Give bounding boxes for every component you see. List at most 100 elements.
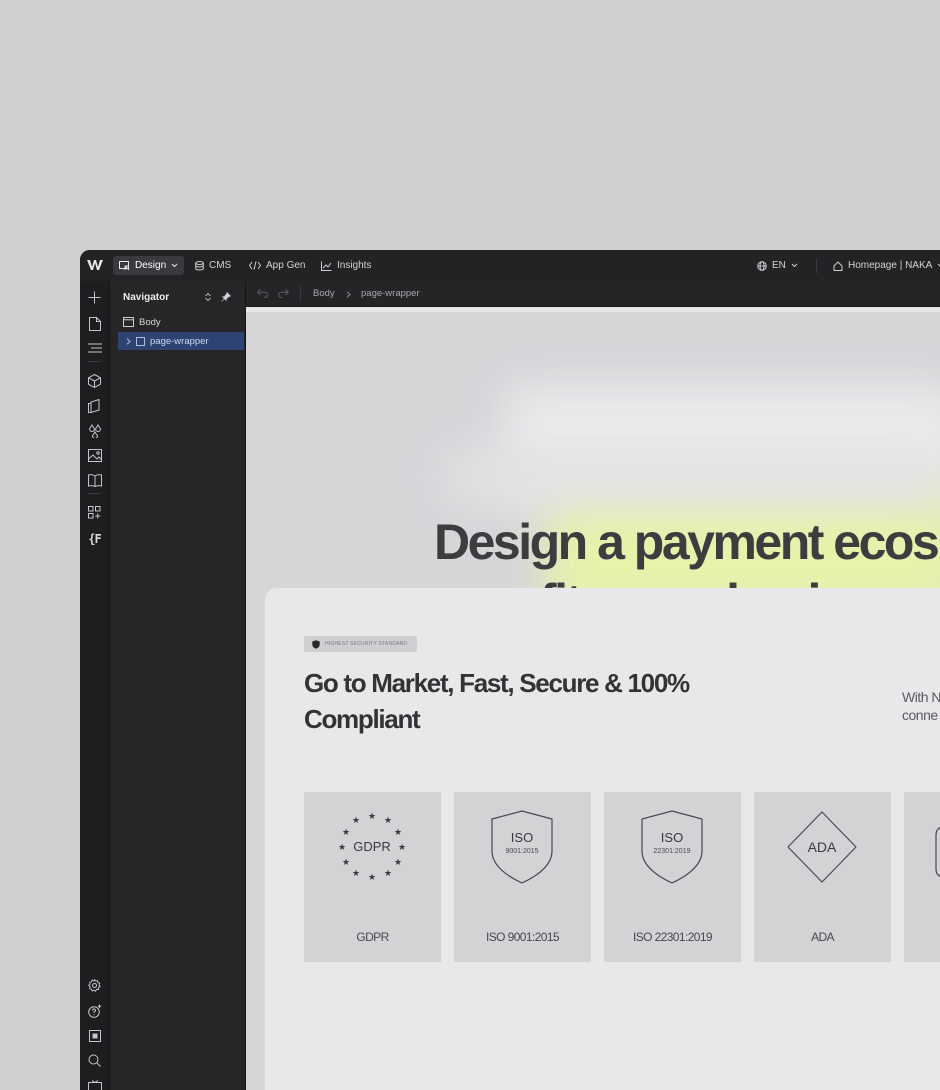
div-block-icon xyxy=(136,336,145,346)
security-badge-label: HIGHEST SECURITY STANDARD xyxy=(325,641,408,647)
shield-icon xyxy=(312,639,320,649)
svg-text:ADA: ADA xyxy=(808,839,837,855)
cert-card-partial[interactable] xyxy=(904,792,940,962)
svg-text:ISO: ISO xyxy=(511,830,533,845)
home-icon xyxy=(833,260,843,271)
cert-card-gdpr[interactable]: ★ ★ ★ ★ ★ ★ ★ ★ ★ ★ ★ ★ GDPR GDPR xyxy=(304,792,441,962)
intro-text: With N conne xyxy=(902,688,940,724)
chevron-down-icon xyxy=(791,263,798,268)
tab-app-gen[interactable]: App Gen xyxy=(243,256,311,275)
breadcrumb-divider xyxy=(300,286,301,301)
drops-icon xyxy=(88,423,101,438)
tab-app-gen-label: App Gen xyxy=(266,260,306,271)
gdpr-stars-icon: ★ ★★ ★★★ ★★★ ★★★ GDPR xyxy=(338,812,406,883)
canvas-top-edge xyxy=(246,307,940,312)
cert-label-ada: ADA xyxy=(811,930,834,944)
chevron-right-icon xyxy=(346,291,351,298)
cert-card-iso-9001[interactable]: ISO 9001:2015 ISO 9001:2015 xyxy=(454,792,591,962)
library-panel-button[interactable] xyxy=(87,473,102,488)
undo-icon[interactable] xyxy=(257,289,268,298)
left-toolbar: {F xyxy=(80,281,110,1090)
stop-button[interactable] xyxy=(87,1028,102,1043)
design-icon xyxy=(119,260,130,270)
tab-design[interactable]: Design xyxy=(113,256,185,275)
canvas-area: Body page-wrapper Design a payment ecos … xyxy=(246,281,940,1090)
breadcrumb-page-wrapper[interactable]: page-wrapper xyxy=(361,288,420,299)
svg-text:★: ★ xyxy=(394,858,402,868)
navigator-panel-button[interactable] xyxy=(87,341,102,356)
apps-icon xyxy=(88,506,101,519)
video-icon xyxy=(87,1079,102,1090)
breadcrumb-bar: Body page-wrapper xyxy=(246,281,940,307)
globe-icon xyxy=(757,260,767,271)
redo-icon[interactable] xyxy=(278,289,289,298)
intro-text-line-2: conne xyxy=(902,707,938,723)
tab-design-label: Design xyxy=(135,260,167,271)
chevron-right-icon[interactable] xyxy=(126,337,131,345)
svg-text:★: ★ xyxy=(338,843,346,853)
navigator-title: Navigator xyxy=(123,292,170,303)
cert-partial-art-icon xyxy=(935,827,940,877)
svg-text:★: ★ xyxy=(394,828,402,838)
navigator-item-label: page-wrapper xyxy=(150,335,209,347)
pages-panel-button[interactable] xyxy=(87,316,102,331)
brush-icon xyxy=(88,398,100,413)
iso-shield-icon: ISO 22301:2019 xyxy=(641,810,703,884)
search-button[interactable] xyxy=(87,1053,102,1068)
navigator-item-label: Body xyxy=(139,316,161,328)
svg-text:★: ★ xyxy=(352,816,360,826)
website-canvas[interactable]: Design a payment ecos fits your business… xyxy=(246,307,940,1090)
cube-icon xyxy=(88,373,101,388)
webflow-logo-icon[interactable] xyxy=(87,259,103,271)
chevron-down-icon xyxy=(171,263,178,268)
svg-text:★: ★ xyxy=(384,869,392,879)
tab-insights[interactable]: Insights xyxy=(315,256,377,275)
svg-text:★: ★ xyxy=(342,828,350,838)
tab-cms[interactable]: CMS xyxy=(189,256,237,275)
body-element-icon xyxy=(123,317,134,327)
chart-icon xyxy=(321,261,332,271)
search-icon xyxy=(88,1054,101,1067)
toolbar-divider xyxy=(88,361,101,362)
code-f-icon[interactable]: {F xyxy=(87,531,102,546)
cert-card-iso-22301[interactable]: ISO 22301:2019 ISO 22301:2019 xyxy=(604,792,741,962)
variables-panel-button[interactable] xyxy=(87,423,102,438)
video-help-button[interactable] xyxy=(87,1078,102,1090)
styles-panel-button[interactable] xyxy=(87,398,102,413)
iso-shield-icon: ISO 9001:2015 xyxy=(491,810,553,884)
components-panel-button[interactable] xyxy=(87,373,102,388)
database-icon xyxy=(195,260,204,270)
settings-button[interactable] xyxy=(87,978,102,993)
help-sparkle-icon xyxy=(87,1004,101,1018)
add-panel-button[interactable] xyxy=(87,290,102,305)
svg-text:★: ★ xyxy=(342,858,350,868)
svg-text:★: ★ xyxy=(368,812,376,822)
navigator-item-page-wrapper[interactable]: page-wrapper xyxy=(118,332,244,350)
compliance-section-card: HIGHEST SECURITY STANDARD Go to Market, … xyxy=(265,588,940,1090)
cert-card-ada[interactable]: ADA ADA xyxy=(754,792,891,962)
breadcrumb-body[interactable]: Body xyxy=(313,288,335,299)
page-icon xyxy=(88,316,101,331)
language-selector[interactable]: EN xyxy=(751,256,804,275)
gear-icon xyxy=(88,979,101,992)
expand-collapse-icon[interactable] xyxy=(203,292,213,302)
cert-label-iso-9001: ISO 9001:2015 xyxy=(486,930,560,944)
page-selector[interactable]: Homepage | NAKA xyxy=(827,256,940,275)
tab-cms-label: CMS xyxy=(209,260,232,271)
intro-text-line-1: With N xyxy=(902,689,940,705)
code-icon xyxy=(249,261,261,270)
stop-square-icon xyxy=(88,1029,101,1042)
help-button[interactable] xyxy=(87,1003,102,1018)
navigator-item-body[interactable]: Body xyxy=(123,313,244,331)
apps-panel-button[interactable] xyxy=(87,505,102,520)
pin-icon[interactable] xyxy=(221,292,231,302)
security-badge: HIGHEST SECURITY STANDARD xyxy=(304,636,418,652)
hero-heading-line-1: Design a payment ecos xyxy=(434,514,940,570)
language-label: EN xyxy=(772,260,786,271)
ada-diamond-icon: ADA xyxy=(787,811,857,883)
svg-text:ISO: ISO xyxy=(661,830,683,845)
svg-text:★: ★ xyxy=(398,843,406,853)
assets-panel-button[interactable] xyxy=(87,448,102,463)
cert-label-gdpr: GDPR xyxy=(356,930,389,944)
layers-list-icon xyxy=(87,343,102,352)
